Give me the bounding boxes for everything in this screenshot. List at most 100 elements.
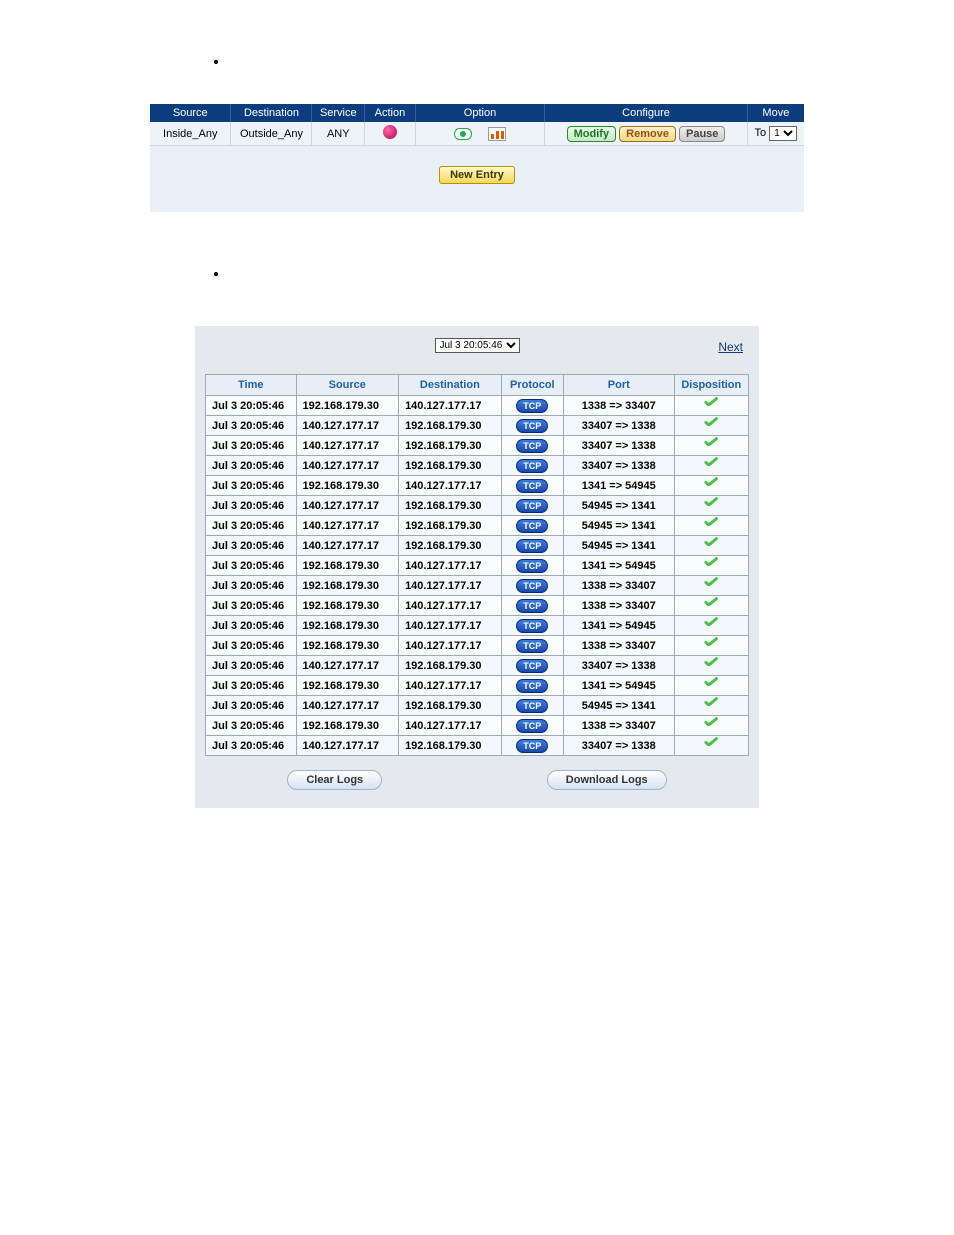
modify-button[interactable]: Modify: [567, 126, 616, 142]
log-destination: 140.127.177.17: [399, 576, 502, 596]
log-port: 54945 => 1341: [563, 696, 674, 716]
accepted-icon: [702, 598, 720, 610]
log-row: Jul 3 20:05:46192.168.179.30140.127.177.…: [206, 576, 749, 596]
policy-header-configure: Configure: [545, 104, 747, 122]
log-source: 140.127.177.17: [296, 416, 399, 436]
log-protocol: TCP: [501, 476, 563, 496]
accepted-icon: [702, 418, 720, 430]
log-protocol: TCP: [501, 516, 563, 536]
accepted-icon: [702, 398, 720, 410]
remove-button[interactable]: Remove: [619, 126, 676, 142]
log-row: Jul 3 20:05:46140.127.177.17192.168.179.…: [206, 696, 749, 716]
log-port: 1341 => 54945: [563, 676, 674, 696]
log-protocol: TCP: [501, 616, 563, 636]
tcp-badge: TCP: [516, 439, 548, 453]
log-row: Jul 3 20:05:46192.168.179.30140.127.177.…: [206, 676, 749, 696]
log-destination: 140.127.177.17: [399, 616, 502, 636]
log-time: Jul 3 20:05:46: [206, 476, 297, 496]
log-disposition: [674, 576, 748, 596]
log-source: 140.127.177.17: [296, 736, 399, 756]
log-destination: 192.168.179.30: [399, 456, 502, 476]
tcp-badge: TCP: [516, 559, 548, 573]
log-time: Jul 3 20:05:46: [206, 456, 297, 476]
log-row: Jul 3 20:05:46192.168.179.30140.127.177.…: [206, 596, 749, 616]
log-time: Jul 3 20:05:46: [206, 576, 297, 596]
log-disposition: [674, 736, 748, 756]
accepted-icon: [702, 618, 720, 630]
tcp-badge: TCP: [516, 539, 548, 553]
accepted-icon: [702, 578, 720, 590]
log-protocol: TCP: [501, 456, 563, 476]
log-header-source: Source: [296, 375, 399, 396]
log-destination: 192.168.179.30: [399, 436, 502, 456]
policy-configure: Modify Remove Pause: [545, 122, 747, 146]
log-destination: 140.127.177.17: [399, 556, 502, 576]
log-source: 140.127.177.17: [296, 456, 399, 476]
log-date-select[interactable]: Jul 3 20:05:46: [435, 338, 520, 353]
log-disposition: [674, 716, 748, 736]
policy-header-action: Action: [365, 104, 416, 122]
new-entry-button[interactable]: New Entry: [439, 166, 515, 184]
log-table: Time Source Destination Protocol Port Di…: [205, 374, 749, 756]
log-time: Jul 3 20:05:46: [206, 716, 297, 736]
log-destination: 192.168.179.30: [399, 736, 502, 756]
log-destination: 140.127.177.17: [399, 716, 502, 736]
log-port: 33407 => 1338: [563, 736, 674, 756]
log-port: 1338 => 33407: [563, 716, 674, 736]
log-row: Jul 3 20:05:46192.168.179.30140.127.177.…: [206, 556, 749, 576]
log-protocol: TCP: [501, 656, 563, 676]
accepted-icon: [702, 698, 720, 710]
policy-table: Source Destination Service Action Option…: [150, 104, 804, 146]
log-protocol: TCP: [501, 636, 563, 656]
log-row: Jul 3 20:05:46192.168.179.30140.127.177.…: [206, 476, 749, 496]
tcp-badge: TCP: [516, 419, 548, 433]
tcp-badge: TCP: [516, 459, 548, 473]
log-protocol: TCP: [501, 576, 563, 596]
bullet-icon: [214, 272, 218, 276]
log-disposition: [674, 496, 748, 516]
next-page-link[interactable]: Next: [718, 340, 743, 354]
policy-header-source: Source: [150, 104, 231, 122]
log-disposition: [674, 396, 748, 416]
accepted-icon: [702, 658, 720, 670]
log-row: Jul 3 20:05:46140.127.177.17192.168.179.…: [206, 496, 749, 516]
policy-header-move: Move: [747, 104, 804, 122]
log-time: Jul 3 20:05:46: [206, 676, 297, 696]
log-disposition: [674, 436, 748, 456]
log-row: Jul 3 20:05:46140.127.177.17192.168.179.…: [206, 736, 749, 756]
tcp-badge: TCP: [516, 599, 548, 613]
log-time: Jul 3 20:05:46: [206, 696, 297, 716]
pause-button[interactable]: Pause: [679, 126, 725, 142]
policy-header-destination: Destination: [231, 104, 312, 122]
tcp-badge: TCP: [516, 639, 548, 653]
log-destination: 140.127.177.17: [399, 636, 502, 656]
download-logs-button[interactable]: Download Logs: [547, 770, 667, 790]
log-time: Jul 3 20:05:46: [206, 556, 297, 576]
log-time: Jul 3 20:05:46: [206, 536, 297, 556]
bullet-icon: [214, 60, 218, 64]
log-destination: 192.168.179.30: [399, 496, 502, 516]
log-protocol: TCP: [501, 396, 563, 416]
log-row: Jul 3 20:05:46140.127.177.17192.168.179.…: [206, 436, 749, 456]
log-protocol: TCP: [501, 496, 563, 516]
log-disposition: [674, 456, 748, 476]
tcp-badge: TCP: [516, 619, 548, 633]
log-time: Jul 3 20:05:46: [206, 496, 297, 516]
log-source: 140.127.177.17: [296, 656, 399, 676]
log-port: 1338 => 33407: [563, 596, 674, 616]
clear-logs-button[interactable]: Clear Logs: [287, 770, 382, 790]
accepted-icon: [702, 458, 720, 470]
tcp-badge: TCP: [516, 679, 548, 693]
log-port: 1341 => 54945: [563, 556, 674, 576]
policy-service: ANY: [312, 122, 365, 146]
log-protocol: TCP: [501, 436, 563, 456]
accepted-icon: [702, 558, 720, 570]
move-select[interactable]: 1: [769, 126, 797, 141]
tcp-badge: TCP: [516, 659, 548, 673]
log-destination: 140.127.177.17: [399, 396, 502, 416]
log-time: Jul 3 20:05:46: [206, 416, 297, 436]
log-header-time: Time: [206, 375, 297, 396]
tcp-badge: TCP: [516, 399, 548, 413]
tcp-badge: TCP: [516, 499, 548, 513]
log-source: 140.127.177.17: [296, 536, 399, 556]
